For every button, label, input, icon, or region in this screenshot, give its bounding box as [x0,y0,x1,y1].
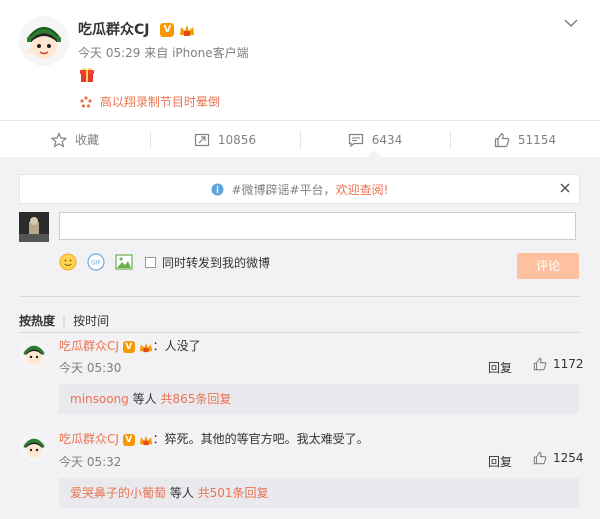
comment-text: ：猝死。其他的等官方吧。我太难受了。 [152,432,369,446]
verified-badge-icon: V [160,23,175,37]
member-crown-icon [180,25,195,36]
notice-tag: #微博辟谣#平台， [231,183,336,197]
notice-link[interactable]: 欢迎查阅! [336,183,389,197]
post-source[interactable]: iPhone客户端 [172,46,249,60]
info-icon [211,183,224,196]
sort-by-hot-tab[interactable]: 按热度 [19,314,55,328]
gift-emoji-icon [80,68,94,82]
comment-time: 今天 05:32 [59,455,122,469]
reply-button[interactable]: 回复 [488,453,512,470]
sub-reply-mid: 等人 [166,486,198,500]
star-icon [50,131,67,148]
favorite-button[interactable]: 收藏 [0,121,150,158]
repost-button[interactable]: 10856 [150,121,300,158]
sort-by-time-tab[interactable]: 按时间 [73,314,109,328]
post-meta: 今天 05:29 来自 iPhone客户端 [78,44,249,61]
chevron-down-icon[interactable] [564,18,578,28]
sub-reply-mid: 等人 [128,392,161,406]
repost-count: 10856 [217,132,257,147]
member-crown-icon [139,342,152,352]
comment-username[interactable]: 吃瓜群众CJ [59,339,119,353]
favorite-label: 收藏 [74,133,99,147]
source-prefix: 来自 [144,46,169,60]
post-action-bar: 收藏 10856 6434 51154 [0,120,600,158]
topic-link[interactable]: 高以翔录制节目时晕倒 [100,95,220,109]
author-name[interactable]: 吃瓜群众CJ [78,22,149,38]
sub-reply-user[interactable]: minsoong [70,392,129,406]
rumor-notice-banner: #微博辟谣#平台，欢迎查阅! [19,174,580,204]
divider [19,332,580,333]
current-user-avatar[interactable] [19,212,49,242]
sub-replies-summary[interactable]: 爱哭鼻子的小葡萄 等人 共501条回复 [59,478,579,508]
post-time[interactable]: 今天 05:29 [78,46,140,60]
topic-star-icon [80,96,92,108]
comment-icon [348,133,363,147]
divider [19,296,580,297]
repost-checkbox[interactable] [145,256,156,268]
comment-count: 6434 [371,132,403,147]
commenter-avatar[interactable] [19,432,49,462]
emoji-icon[interactable] [59,253,77,271]
topic-link-row[interactable]: 高以翔录制节目时晕倒 [80,93,220,110]
comment-like-count: 1172 [553,357,584,371]
active-tab-pointer [367,150,381,157]
notice-text: #微博辟谣#平台，欢迎查阅! [20,181,579,198]
composer-toolbar: GIF 同时转发到我的微博 [59,253,270,271]
sub-reply-count[interactable]: 共865条回复 [160,392,231,406]
repost-checkbox-label[interactable]: 同时转发到我的微博 [162,254,270,271]
weibo-post: 吃瓜群众CJ V 今天 05:29 来自 iPhone客户端 高以翔录制节目时晕… [0,0,600,120]
sub-reply-user[interactable]: 爱哭鼻子的小葡萄 [70,486,166,500]
close-icon[interactable] [559,182,571,194]
comment-input[interactable] [59,212,576,240]
image-icon[interactable] [115,253,133,271]
submit-comment-button[interactable]: 评论 [517,253,579,279]
sub-reply-count[interactable]: 共501条回复 [198,486,269,500]
thumbs-up-icon [494,132,510,147]
gif-icon[interactable]: GIF [87,253,105,271]
reply-button[interactable]: 回复 [488,359,512,376]
sort-separator: | [62,314,67,328]
verified-badge-icon: V [122,340,135,353]
verified-badge-icon: V [122,433,135,446]
member-crown-icon [139,435,152,445]
repost-icon [194,133,210,146]
comment-time: 今天 05:30 [59,361,122,375]
comment-like-button[interactable]: 1172 [533,357,584,371]
author-avatar[interactable] [19,16,69,66]
like-count: 51154 [517,132,557,147]
comment-like-button[interactable]: 1254 [533,451,584,465]
comment-text-row: 吃瓜群众CJ V ：猝死。其他的等官方吧。我太难受了。 [59,430,369,447]
thumbs-up-icon [533,357,547,371]
commenter-avatar[interactable] [19,339,49,369]
author-name-row: 吃瓜群众CJ V [78,19,195,39]
like-button[interactable]: 51154 [450,121,600,158]
comment-like-count: 1254 [553,451,584,465]
sort-tabs: 按热度 | 按时间 [19,312,109,329]
comment-text-row: 吃瓜群众CJ V ：人没了 [59,337,201,354]
sub-replies-summary[interactable]: minsoong 等人 共865条回复 [59,384,579,414]
thumbs-up-icon [533,451,547,465]
svg-text:GIF: GIF [91,260,101,267]
comment-text: ：人没了 [152,339,201,353]
comment-username[interactable]: 吃瓜群众CJ [59,432,119,446]
